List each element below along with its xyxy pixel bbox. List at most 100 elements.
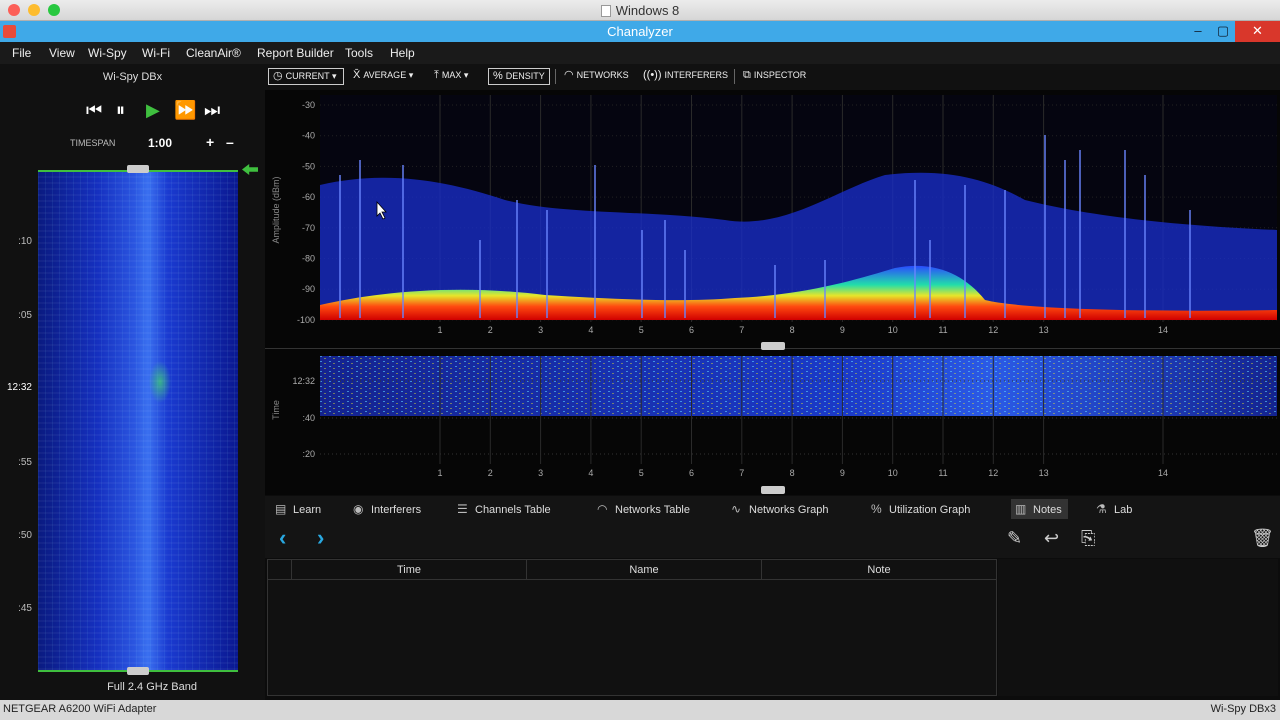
minimize-button[interactable]: –	[1185, 21, 1211, 42]
tab-networks-graph[interactable]: ∿ Networks Graph	[727, 499, 834, 519]
column-header-time[interactable]: Time	[292, 560, 527, 580]
tab-notes[interactable]: ▥ Notes	[1011, 499, 1068, 519]
waterfall-top-handle[interactable]	[127, 165, 149, 173]
spectrum-y-tick: -60	[302, 192, 315, 202]
delete-note-trash-icon[interactable]: 🗑	[1251, 528, 1274, 549]
close-button[interactable]: ✕	[1235, 21, 1280, 42]
waterfall-x-ticks: 1 2 3 4 5 6 7 8 9 10 11 12 13 14	[437, 468, 1168, 478]
notes-table: Time Name Note	[267, 559, 997, 696]
adapter-status: NETGEAR A6200 WiFi Adapter	[3, 703, 157, 715]
restore-button[interactable]: ▢	[1211, 21, 1235, 42]
spectrum-x-tick: 1	[437, 325, 442, 335]
left-waterfall[interactable]	[38, 170, 238, 672]
waterfall-x-tick: 2	[488, 468, 493, 478]
average-dropdown[interactable]: X̄ AVERAGE ▾	[349, 68, 417, 85]
tab-label: Lab	[1114, 504, 1133, 516]
average-label: AVERAGE	[363, 70, 407, 80]
waterfall-x-tick: 10	[888, 468, 898, 478]
column-header-note[interactable]: Note	[762, 560, 996, 580]
waterfall-speckle	[320, 356, 1277, 416]
spectrum-x-tick: 7	[739, 325, 744, 335]
average-icon: X̄	[353, 69, 361, 81]
chart-split-handle[interactable]	[761, 342, 785, 350]
spectrum-x-tick: 11	[938, 325, 947, 335]
interferer-icon: ◉	[353, 502, 364, 516]
pause-button[interactable]: ⏸	[116, 100, 125, 121]
timespan-minus-button[interactable]: –	[226, 134, 234, 150]
document-icon	[600, 5, 611, 17]
menu-tools[interactable]: Tools	[345, 46, 373, 60]
tab-label: Channels Table	[475, 504, 551, 516]
wifi-icon: ◠	[597, 502, 608, 516]
spectrum-x-tick: 3	[538, 325, 543, 335]
charts-svg: Amplitude (dBm) -30 -40 -50 -60 -70 -80 -90 -10…	[265, 95, 1280, 494]
spectrum-x-tick: 13	[1039, 325, 1049, 335]
waterfall-y-title: Time	[271, 400, 281, 420]
waterfall-x-tick: 5	[639, 468, 644, 478]
percent-icon: %	[493, 70, 503, 82]
tab-learn[interactable]: ▤ Learn	[271, 499, 327, 519]
interferers-toggle[interactable]: ((•)) INTERFERERS	[639, 68, 732, 85]
export-note-icon[interactable]: ⎘	[1081, 528, 1095, 549]
wifi-icon: ◠	[564, 69, 574, 81]
menu-cleanair[interactable]: CleanAir®	[186, 46, 241, 60]
time-label: :50	[18, 530, 32, 541]
tab-networks-table[interactable]: ◠ Networks Table	[593, 499, 696, 519]
spectrum-y-tick: -30	[302, 100, 315, 110]
tab-utilization-graph[interactable]: % Utilization Graph	[867, 499, 976, 519]
spectrum-x-tick: 4	[588, 325, 593, 335]
host-title: Windows 8	[0, 3, 1280, 18]
spectrum-y-tick: -40	[302, 131, 315, 141]
menu-report-builder[interactable]: Report Builder	[257, 46, 334, 60]
spectrum-x-tick: 10	[888, 325, 898, 335]
density-toggle[interactable]: % DENSITY	[488, 68, 550, 85]
waterfall-x-tick: 3	[538, 468, 543, 478]
bottom-tabs: ▤ Learn ◉ Interferers ☰ Channels Table ◠ Net…	[265, 496, 1280, 522]
device-status: Wi-Spy DBx3	[1210, 703, 1276, 715]
waterfall-x-tick: 14	[1158, 468, 1168, 478]
inspector-icon: ⧉	[743, 69, 751, 81]
tab-channels-table[interactable]: ☰ Channels Table	[453, 499, 557, 519]
band-label: Full 2.4 GHz Band	[107, 681, 197, 693]
left-panel: Wi-Spy DBx ⏮ ⏸ ▶ ⏩ ⏭ TIMESPAN 1:00 + – :…	[0, 64, 265, 700]
tab-interferers[interactable]: ◉ Interferers	[349, 499, 427, 519]
max-dropdown[interactable]: ⤒ MAX ▾	[430, 68, 472, 85]
app-title: Chanalyzer	[607, 24, 673, 39]
menu-wispy[interactable]: Wi-Spy	[88, 46, 127, 60]
current-dropdown[interactable]: ◷ CURRENT ▾	[268, 68, 344, 85]
play-button[interactable]: ▶	[146, 100, 160, 121]
time-label: :55	[18, 457, 32, 468]
skip-end-button[interactable]: ⏭	[204, 100, 220, 121]
menu-view[interactable]: View	[49, 46, 75, 60]
percent-icon: %	[871, 502, 882, 516]
chart-area: Amplitude (dBm) -30 -40 -50 -60 -70 -80 -90 -10…	[265, 90, 1280, 495]
networks-toggle[interactable]: ◠ NETWORKS	[560, 68, 633, 85]
bottom-split-handle[interactable]	[761, 486, 785, 494]
edit-note-pencil-icon[interactable]: ✎	[1007, 528, 1022, 549]
column-header-name[interactable]: Name	[527, 560, 762, 580]
menu-file[interactable]: File	[12, 46, 31, 60]
spectrum-x-tick: 14	[1158, 325, 1168, 335]
next-note-button[interactable]: ›	[317, 525, 324, 551]
clock-icon: ◷	[273, 70, 283, 82]
row-selector-header	[268, 560, 292, 580]
spectrum-x-tick: 2	[488, 325, 493, 335]
toolbar-divider	[555, 69, 556, 84]
fast-forward-button[interactable]: ⏩	[174, 100, 196, 121]
timespan-plus-button[interactable]: +	[206, 134, 214, 150]
app-title-bar: Chanalyzer – ▢ ✕	[0, 21, 1280, 42]
inspector-toggle[interactable]: ⧉ INSPECTOR	[739, 68, 810, 85]
waterfall-x-tick: 12	[988, 468, 998, 478]
grab-arrow-icon[interactable]	[242, 164, 258, 175]
spectrum-y-title: Amplitude (dBm)	[271, 176, 281, 243]
host-title-bar: Windows 8	[0, 0, 1280, 21]
reply-note-icon[interactable]: ↩	[1044, 528, 1059, 549]
tab-lab[interactable]: ⚗ Lab	[1092, 499, 1138, 519]
previous-note-button[interactable]: ‹	[279, 525, 286, 551]
menu-help[interactable]: Help	[390, 46, 415, 60]
spectrum-y-tick: -80	[302, 254, 315, 264]
waterfall-bottom-handle[interactable]	[127, 667, 149, 675]
skip-back-button[interactable]: ⏮	[86, 100, 102, 121]
lab-icon: ⚗	[1096, 502, 1107, 516]
menu-wifi[interactable]: Wi-Fi	[142, 46, 170, 60]
